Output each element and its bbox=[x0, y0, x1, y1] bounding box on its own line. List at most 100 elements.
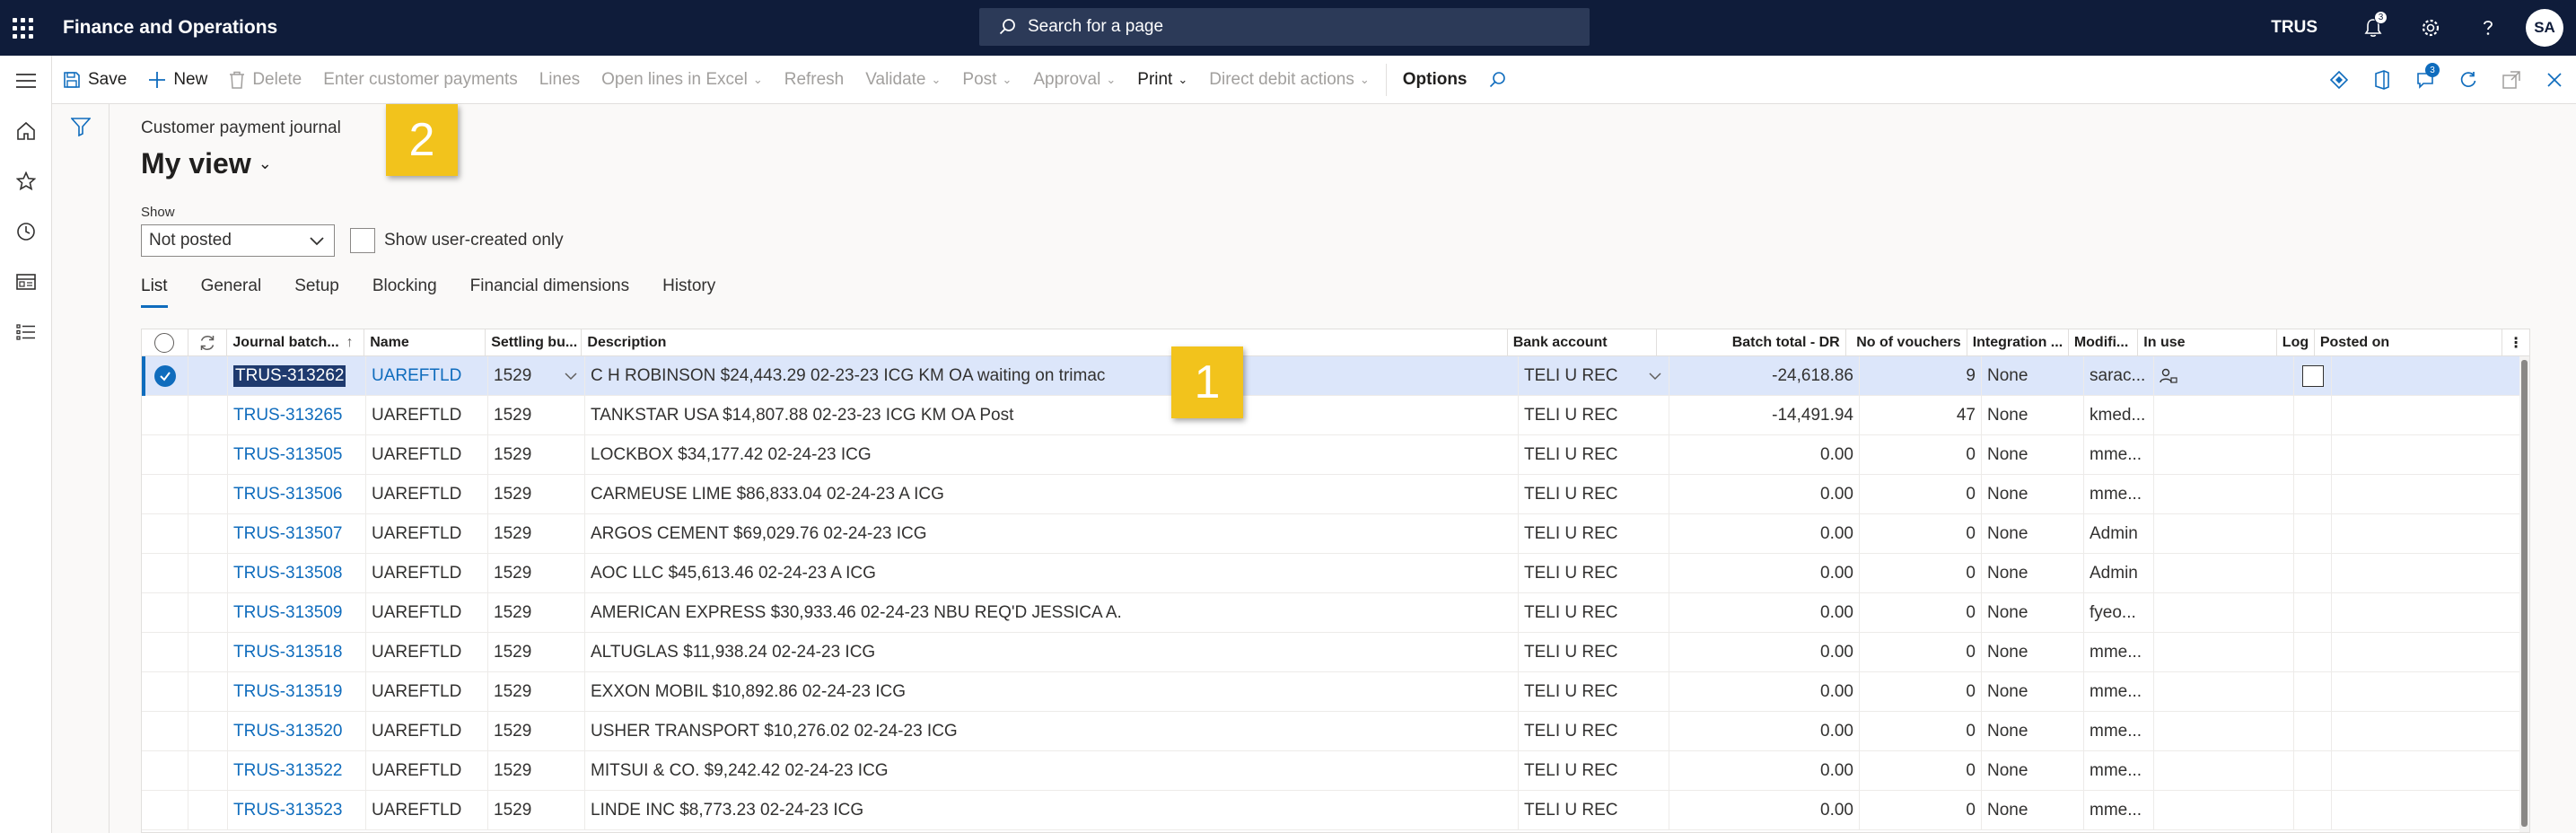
cell-description[interactable]: MITSUI & CO. $9,242.42 02-24-23 ICG bbox=[585, 751, 1519, 791]
cell-posted-on[interactable] bbox=[2332, 475, 2521, 514]
cell-description[interactable]: USHER TRANSPORT $10,276.02 02-24-23 ICG bbox=[585, 712, 1519, 751]
cell-batch-total[interactable]: 0.00 bbox=[1669, 751, 1860, 791]
cell-description[interactable]: ARGOS CEMENT $69,029.76 02-24-23 ICG bbox=[585, 514, 1519, 554]
cell-integration[interactable]: None bbox=[1982, 633, 2084, 672]
cell-settling[interactable]: 1529 bbox=[488, 712, 585, 751]
cell-posted-on[interactable] bbox=[2332, 633, 2521, 672]
direct-debit-actions-menu[interactable]: Direct debit actions ⌄ bbox=[1198, 56, 1380, 104]
journal-batch-link[interactable]: TRUS-313507 bbox=[233, 524, 342, 544]
table-row[interactable]: TRUS-313518 UAREFTLD 1529 ALTUGLAS $11,938.… bbox=[142, 633, 2521, 672]
cell-journal-batch[interactable]: TRUS-313505 bbox=[228, 435, 366, 475]
cell-journal-batch[interactable]: TRUS-313265 bbox=[228, 396, 366, 435]
app-title[interactable]: Finance and Operations bbox=[63, 17, 277, 39]
vertical-scrollbar[interactable] bbox=[2519, 356, 2529, 832]
journal-batch-link[interactable]: TRUS-313523 bbox=[233, 801, 342, 820]
cell-posted-on[interactable] bbox=[2332, 672, 2521, 712]
cell-bank-account[interactable]: TELI U REC bbox=[1519, 475, 1669, 514]
cell-name[interactable]: UAREFTLD bbox=[366, 672, 488, 712]
cell-name[interactable]: UAREFTLD bbox=[366, 475, 488, 514]
cell-integration[interactable]: None bbox=[1982, 475, 2084, 514]
table-row[interactable]: TRUS-313265 UAREFTLD 1529 TANKSTAR USA $14,… bbox=[142, 396, 2521, 435]
cell-name[interactable]: UAREFTLD bbox=[366, 554, 488, 593]
cell-vouchers[interactable]: 0 bbox=[1860, 514, 1982, 554]
recent-clock-icon[interactable] bbox=[0, 206, 52, 257]
row-select-radio[interactable] bbox=[142, 396, 188, 435]
chevron-down-icon[interactable] bbox=[563, 368, 579, 384]
app-launcher-icon[interactable] bbox=[0, 0, 45, 56]
journal-batch-link[interactable]: TRUS-313520 bbox=[233, 722, 342, 741]
cell-posted-on[interactable] bbox=[2332, 791, 2521, 830]
cell-integration[interactable]: None bbox=[1982, 514, 2084, 554]
post-menu[interactable]: Post ⌄ bbox=[951, 56, 1022, 104]
table-row[interactable]: TRUS-313506 UAREFTLD 1529 CARMEUSE LIME $86… bbox=[142, 475, 2521, 514]
refresh-grid-icon[interactable] bbox=[188, 329, 228, 356]
cell-bank-account[interactable]: TELI U REC bbox=[1519, 435, 1669, 475]
cell-in-use[interactable] bbox=[2154, 791, 2294, 830]
cell-vouchers[interactable]: 0 bbox=[1860, 751, 1982, 791]
cell-log[interactable] bbox=[2294, 396, 2332, 435]
cell-description[interactable]: EXXON MOBIL $10,892.86 02-24-23 ICG bbox=[585, 672, 1519, 712]
cell-posted-on[interactable] bbox=[2332, 356, 2521, 396]
cell-settling[interactable]: 1529 bbox=[488, 475, 585, 514]
cell-bank-account[interactable]: TELI U REC bbox=[1519, 672, 1669, 712]
table-row[interactable]: TRUS-313519 UAREFTLD 1529 EXXON MOBIL $10,8… bbox=[142, 672, 2521, 712]
cell-log[interactable] bbox=[2294, 356, 2332, 396]
cell-description[interactable]: AOC LLC $45,613.46 02-24-23 A ICG bbox=[585, 554, 1519, 593]
journal-batch-link[interactable]: TRUS-313262 bbox=[233, 365, 346, 387]
filter-funnel-icon[interactable] bbox=[52, 104, 110, 149]
table-row[interactable]: TRUS-313520 UAREFTLD 1529 USHER TRANSPORT $… bbox=[142, 712, 2521, 751]
col-header-journal-batch[interactable]: Journal batch... ↑ bbox=[227, 329, 365, 356]
cell-settling[interactable]: 1529 bbox=[488, 435, 585, 475]
tab-history[interactable]: History bbox=[662, 276, 715, 308]
cell-integration[interactable]: None bbox=[1982, 593, 2084, 633]
table-row[interactable]: TRUS-313509 UAREFTLD 1529 AMERICAN EXPRESS … bbox=[142, 593, 2521, 633]
cell-posted-on[interactable] bbox=[2332, 514, 2521, 554]
cell-journal-batch[interactable]: TRUS-313520 bbox=[228, 712, 366, 751]
row-select-radio[interactable] bbox=[142, 672, 188, 712]
cell-journal-batch[interactable]: TRUS-313523 bbox=[228, 791, 366, 830]
cell-log[interactable] bbox=[2294, 633, 2332, 672]
column-options-more-icon[interactable]: ⋮ bbox=[2502, 329, 2529, 356]
cell-posted-on[interactable] bbox=[2332, 751, 2521, 791]
row-select-radio[interactable] bbox=[142, 435, 188, 475]
cell-in-use[interactable] bbox=[2154, 435, 2294, 475]
cell-bank-account[interactable]: TELI U REC bbox=[1519, 514, 1669, 554]
cell-bank-account[interactable]: TELI U REC bbox=[1519, 791, 1669, 830]
cell-settling[interactable]: 1529 bbox=[488, 554, 585, 593]
cell-name[interactable]: UAREFTLD bbox=[366, 791, 488, 830]
hamburger-menu-icon[interactable] bbox=[0, 56, 52, 106]
cell-modified-by[interactable]: Admin bbox=[2084, 554, 2154, 593]
chevron-down-icon[interactable] bbox=[1647, 368, 1663, 384]
journal-batch-link[interactable]: TRUS-313265 bbox=[233, 406, 342, 425]
cell-in-use[interactable] bbox=[2154, 633, 2294, 672]
col-header-in-use[interactable]: In use bbox=[2138, 329, 2278, 356]
cell-posted-on[interactable] bbox=[2332, 435, 2521, 475]
col-header-name[interactable]: Name bbox=[364, 329, 486, 356]
cell-batch-total[interactable]: 0.00 bbox=[1669, 475, 1860, 514]
cell-log[interactable] bbox=[2294, 514, 2332, 554]
cell-log[interactable] bbox=[2294, 751, 2332, 791]
cell-log[interactable] bbox=[2294, 554, 2332, 593]
cell-in-use[interactable] bbox=[2154, 475, 2294, 514]
cell-vouchers[interactable]: 0 bbox=[1860, 435, 1982, 475]
cell-batch-total[interactable]: 0.00 bbox=[1669, 554, 1860, 593]
checkbox-box[interactable] bbox=[350, 228, 375, 253]
cell-description[interactable]: C H ROBINSON $24,443.29 02-23-23 ICG KM … bbox=[585, 356, 1519, 396]
cell-description[interactable]: CARMEUSE LIME $86,833.04 02-24-23 A ICG bbox=[585, 475, 1519, 514]
cell-vouchers[interactable]: 0 bbox=[1860, 712, 1982, 751]
col-header-no-of-vouchers[interactable]: No of vouchers bbox=[1846, 329, 1967, 356]
cell-name[interactable]: UAREFTLD bbox=[366, 435, 488, 475]
table-row[interactable]: TRUS-313522 UAREFTLD 1529 MITSUI & CO. $9,2… bbox=[142, 751, 2521, 791]
view-selector[interactable]: My view ⌄ bbox=[141, 147, 272, 180]
cell-settling[interactable]: 1529 bbox=[488, 751, 585, 791]
table-row[interactable]: TRUS-313262 UAREFTLD 1529 C H ROBINSON $24,… bbox=[142, 356, 2521, 396]
table-row[interactable]: TRUS-313523 UAREFTLD 1529 LINDE INC $8,773.… bbox=[142, 791, 2521, 830]
cell-posted-on[interactable] bbox=[2332, 554, 2521, 593]
open-lines-in-excel-button[interactable]: Open lines in Excel ⌄ bbox=[591, 56, 774, 104]
cell-journal-batch[interactable]: TRUS-313509 bbox=[228, 593, 366, 633]
cell-journal-batch[interactable]: TRUS-313518 bbox=[228, 633, 366, 672]
open-in-new-window-icon[interactable] bbox=[2490, 56, 2533, 104]
cell-batch-total[interactable]: 0.00 bbox=[1669, 791, 1860, 830]
cell-in-use[interactable] bbox=[2154, 514, 2294, 554]
cell-name[interactable]: UAREFTLD bbox=[366, 751, 488, 791]
